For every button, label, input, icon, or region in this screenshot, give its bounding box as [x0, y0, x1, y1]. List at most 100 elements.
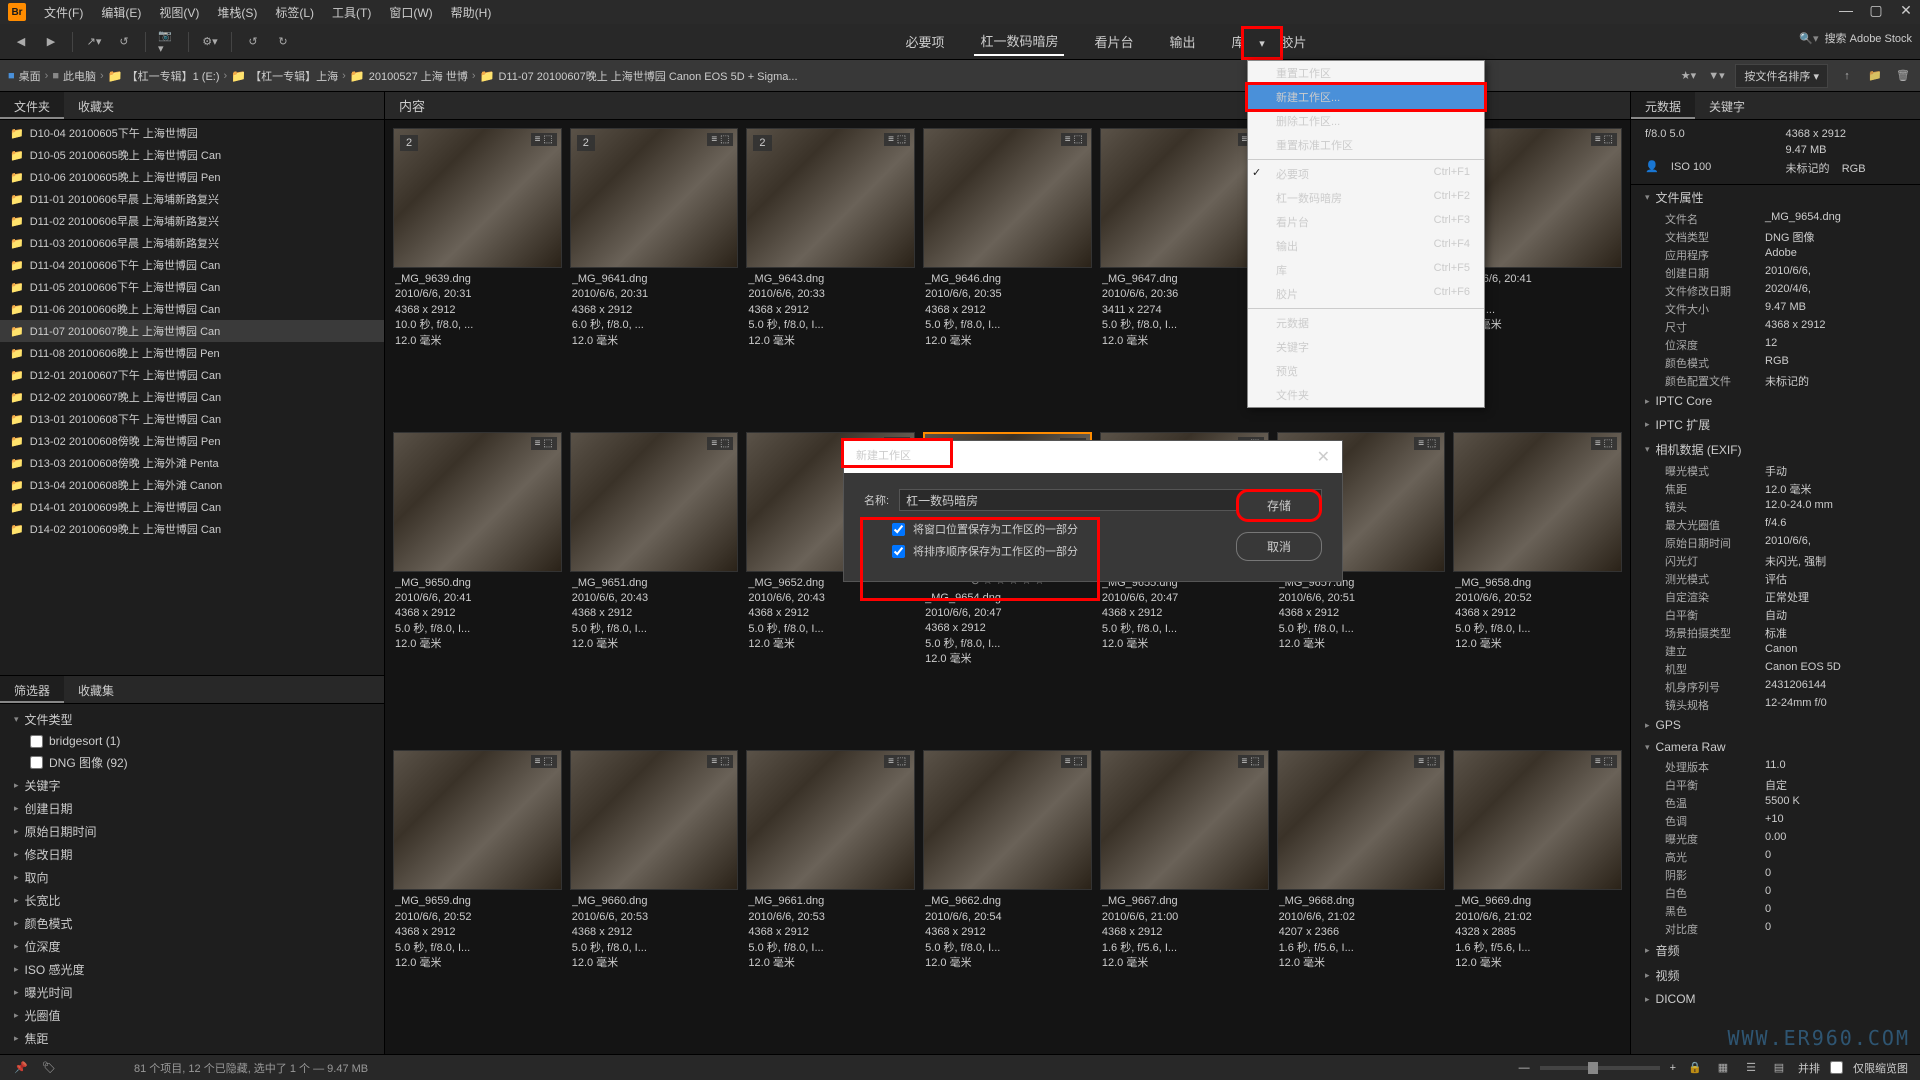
thumbnail-item[interactable]: ≡ ⬚_MG_9661.dng2010/6/6, 20:534368 x 291…: [746, 750, 915, 1046]
meta-section-header[interactable]: ▸IPTC Core: [1631, 390, 1920, 412]
menu-stack[interactable]: 堆栈(S): [217, 4, 257, 21]
tab-folders[interactable]: 文件夹: [0, 92, 64, 119]
folder-item[interactable]: 📁D11-02 20100606早晨 上海埔新路复兴: [0, 210, 384, 232]
thumbnail-item[interactable]: 2≡ ⬚_MG_9641.dng2010/6/6, 20:314368 x 29…: [570, 128, 739, 424]
thumbnail-item[interactable]: 2≡ ⬚_MG_9643.dng2010/6/6, 20:334368 x 29…: [746, 128, 915, 424]
pin-icon[interactable]: 📌: [12, 1059, 30, 1077]
dialog-close-icon[interactable]: ✕: [1317, 447, 1330, 467]
folder-item[interactable]: 📁D10-04 20100605下午 上海世博园: [0, 122, 384, 144]
meta-section-header[interactable]: ▸IPTC 扩展: [1631, 412, 1920, 437]
thumb-only-checkbox[interactable]: [1830, 1061, 1843, 1074]
filter-group[interactable]: ▸原始日期时间: [0, 820, 384, 843]
dropdown-item[interactable]: 元数据: [1248, 311, 1484, 335]
folder-item[interactable]: 📁D13-03 20100608傍晚 上海外滩 Penta: [0, 452, 384, 474]
detail-view-icon[interactable]: ▤: [1770, 1059, 1788, 1077]
filter-group[interactable]: ▸修改日期: [0, 843, 384, 866]
filter-checkbox-item[interactable]: DNG 图像 (92): [0, 751, 384, 774]
thumbnail-item[interactable]: ≡ ⬚_MG_9662.dng2010/6/6, 20:544368 x 291…: [923, 750, 1092, 1046]
list-view-icon[interactable]: ☰: [1742, 1059, 1760, 1077]
forward-icon[interactable]: ▶: [42, 33, 60, 51]
boomerang-icon[interactable]: ↺: [115, 33, 133, 51]
thumbnail-item[interactable]: ≡ ⬚_MG_9650.dng2010/6/6, 20:414368 x 291…: [393, 432, 562, 743]
menu-file[interactable]: 文件(F): [44, 4, 83, 21]
filter-group[interactable]: ▸关键字: [0, 774, 384, 797]
lock-icon[interactable]: 🔒: [1686, 1059, 1704, 1077]
thumbnail-item[interactable]: ≡ ⬚_MG_9651.dng2010/6/6, 20:434368 x 291…: [570, 432, 739, 743]
filter-checkbox-item[interactable]: bridgesort (1): [0, 731, 384, 751]
sort-asc-icon[interactable]: ↑: [1838, 67, 1856, 85]
close-icon[interactable]: ✕: [1896, 2, 1916, 18]
bc-drive[interactable]: 📁【杠一专辑】1 (E:): [108, 68, 220, 84]
tab-filter[interactable]: 筛选器: [0, 676, 64, 703]
filter-group[interactable]: ▸取向: [0, 866, 384, 889]
bc-folder1[interactable]: 📁【杠一专辑】上海: [231, 68, 338, 84]
camera-icon[interactable]: 📷▾: [158, 33, 176, 51]
folder-item[interactable]: 📁D11-04 20100606下午 上海世博园 Can: [0, 254, 384, 276]
menu-label[interactable]: 标签(L): [275, 4, 314, 21]
workspace-dropdown-button[interactable]: ▾: [1241, 26, 1283, 60]
folder-item[interactable]: 📁D11-01 20100606早晨 上海埔新路复兴: [0, 188, 384, 210]
ws-tab-output[interactable]: 输出: [1164, 28, 1202, 55]
sort-dropdown[interactable]: 按文件名排序 ▾: [1735, 64, 1828, 88]
folder-item[interactable]: 📁D10-06 20100605晚上 上海世博园 Pen: [0, 166, 384, 188]
dropdown-item[interactable]: 库Ctrl+F5: [1248, 258, 1484, 282]
dropdown-item[interactable]: 看片台Ctrl+F3: [1248, 210, 1484, 234]
dropdown-item[interactable]: 输出Ctrl+F4: [1248, 234, 1484, 258]
filter-group[interactable]: ▸光圈值: [0, 1004, 384, 1027]
save-button[interactable]: 存储: [1236, 489, 1322, 522]
folder-item[interactable]: 📁D11-06 20100606晚上 上海世博园 Can: [0, 298, 384, 320]
ws-tab-custom[interactable]: 杠一数码暗房: [974, 27, 1064, 56]
meta-section-header[interactable]: ▾相机数据 (EXIF): [1631, 437, 1920, 462]
tab-keywords[interactable]: 关键字: [1695, 92, 1759, 119]
dropdown-item[interactable]: 杠一数码暗房Ctrl+F2: [1248, 186, 1484, 210]
dropdown-item[interactable]: ✓必要项Ctrl+F1: [1248, 162, 1484, 186]
filter-group[interactable]: ▾文件类型: [0, 708, 384, 731]
meta-section-header[interactable]: ▾Camera Raw: [1631, 736, 1920, 758]
maximize-icon[interactable]: ▢: [1866, 2, 1886, 18]
thumbnail-item[interactable]: ≡ ⬚_MG_9669.dng2010/6/6, 21:024328 x 288…: [1453, 750, 1622, 1046]
folder-item[interactable]: 📁D13-02 20100608傍晚 上海世博园 Pen: [0, 430, 384, 452]
thumbnail-item[interactable]: ≡ ⬚_MG_9646.dng2010/6/6, 20:354368 x 291…: [923, 128, 1092, 424]
thumbnail-item[interactable]: 2≡ ⬚_MG_9639.dng2010/6/6, 20:314368 x 29…: [393, 128, 562, 424]
dropdown-item[interactable]: 文件夹: [1248, 383, 1484, 407]
bc-computer[interactable]: ■此电脑: [52, 68, 96, 84]
thumbnail-item[interactable]: ≡ ⬚_MG_9660.dng2010/6/6, 20:534368 x 291…: [570, 750, 739, 1046]
dropdown-item[interactable]: 预览: [1248, 359, 1484, 383]
folder-item[interactable]: 📁D11-07 20100607晚上 上海世博园 Can: [0, 320, 384, 342]
filter-funnel-icon[interactable]: ▼▾: [1707, 67, 1725, 85]
folder-item[interactable]: 📁D11-03 20100606早晨 上海埔新路复兴: [0, 232, 384, 254]
reveal-icon[interactable]: ↗▾: [85, 33, 103, 51]
filter-group[interactable]: ▸长宽比: [0, 889, 384, 912]
new-folder-icon[interactable]: 📁: [1866, 67, 1884, 85]
zoom-slider[interactable]: [1540, 1066, 1660, 1070]
zoom-out-icon[interactable]: —: [1519, 1062, 1530, 1074]
folder-item[interactable]: 📁D10-05 20100605晚上 上海世博园 Can: [0, 144, 384, 166]
filter-star-icon[interactable]: ★▾: [1679, 67, 1697, 85]
meta-section-header[interactable]: ▾文件属性: [1631, 185, 1920, 210]
rotate-cw-icon[interactable]: ↻: [274, 33, 292, 51]
tab-metadata[interactable]: 元数据: [1631, 92, 1695, 119]
folder-item[interactable]: 📁D12-01 20100607下午 上海世博园 Can: [0, 364, 384, 386]
minimize-icon[interactable]: —: [1836, 2, 1856, 18]
bc-folder3[interactable]: 📁D11-07 20100607晚上 上海世博园 Canon EOS 5D + …: [480, 68, 798, 84]
search-box[interactable]: 🔍▾ 搜索 Adobe Stock: [1799, 30, 1912, 46]
filter-group[interactable]: ▸创建日期: [0, 797, 384, 820]
bc-desktop[interactable]: ■桌面: [8, 68, 41, 84]
thumbnail-item[interactable]: ≡ ⬚_MG_9647.dng2010/6/6, 20:363411 x 227…: [1100, 128, 1269, 424]
ws-tab-lighttable[interactable]: 看片台: [1088, 28, 1139, 55]
folder-item[interactable]: 📁D14-01 20100609晚上 上海世博园 Can: [0, 496, 384, 518]
save-window-pos-checkbox[interactable]: [892, 523, 905, 536]
filter-group[interactable]: ▸曝光时间: [0, 981, 384, 1004]
refine-icon[interactable]: ⚙▾: [201, 33, 219, 51]
filter-group[interactable]: ▸位深度: [0, 935, 384, 958]
dropdown-item[interactable]: 重置标准工作区: [1248, 133, 1484, 157]
trash-icon[interactable]: 🗑: [1894, 67, 1912, 85]
folder-item[interactable]: 📁D12-02 20100607晚上 上海世博园 Can: [0, 386, 384, 408]
tag-icon[interactable]: 🏷: [40, 1059, 58, 1077]
menu-edit[interactable]: 编辑(E): [101, 4, 141, 21]
meta-section-header[interactable]: ▸DICOM: [1631, 988, 1920, 1010]
thumbnail-item[interactable]: ≡ ⬚_MG_9667.dng2010/6/6, 21:004368 x 291…: [1100, 750, 1269, 1046]
dropdown-item[interactable]: 新建工作区...: [1245, 82, 1487, 112]
filter-group[interactable]: ▸焦距: [0, 1027, 384, 1050]
menu-window[interactable]: 窗口(W): [389, 4, 432, 21]
